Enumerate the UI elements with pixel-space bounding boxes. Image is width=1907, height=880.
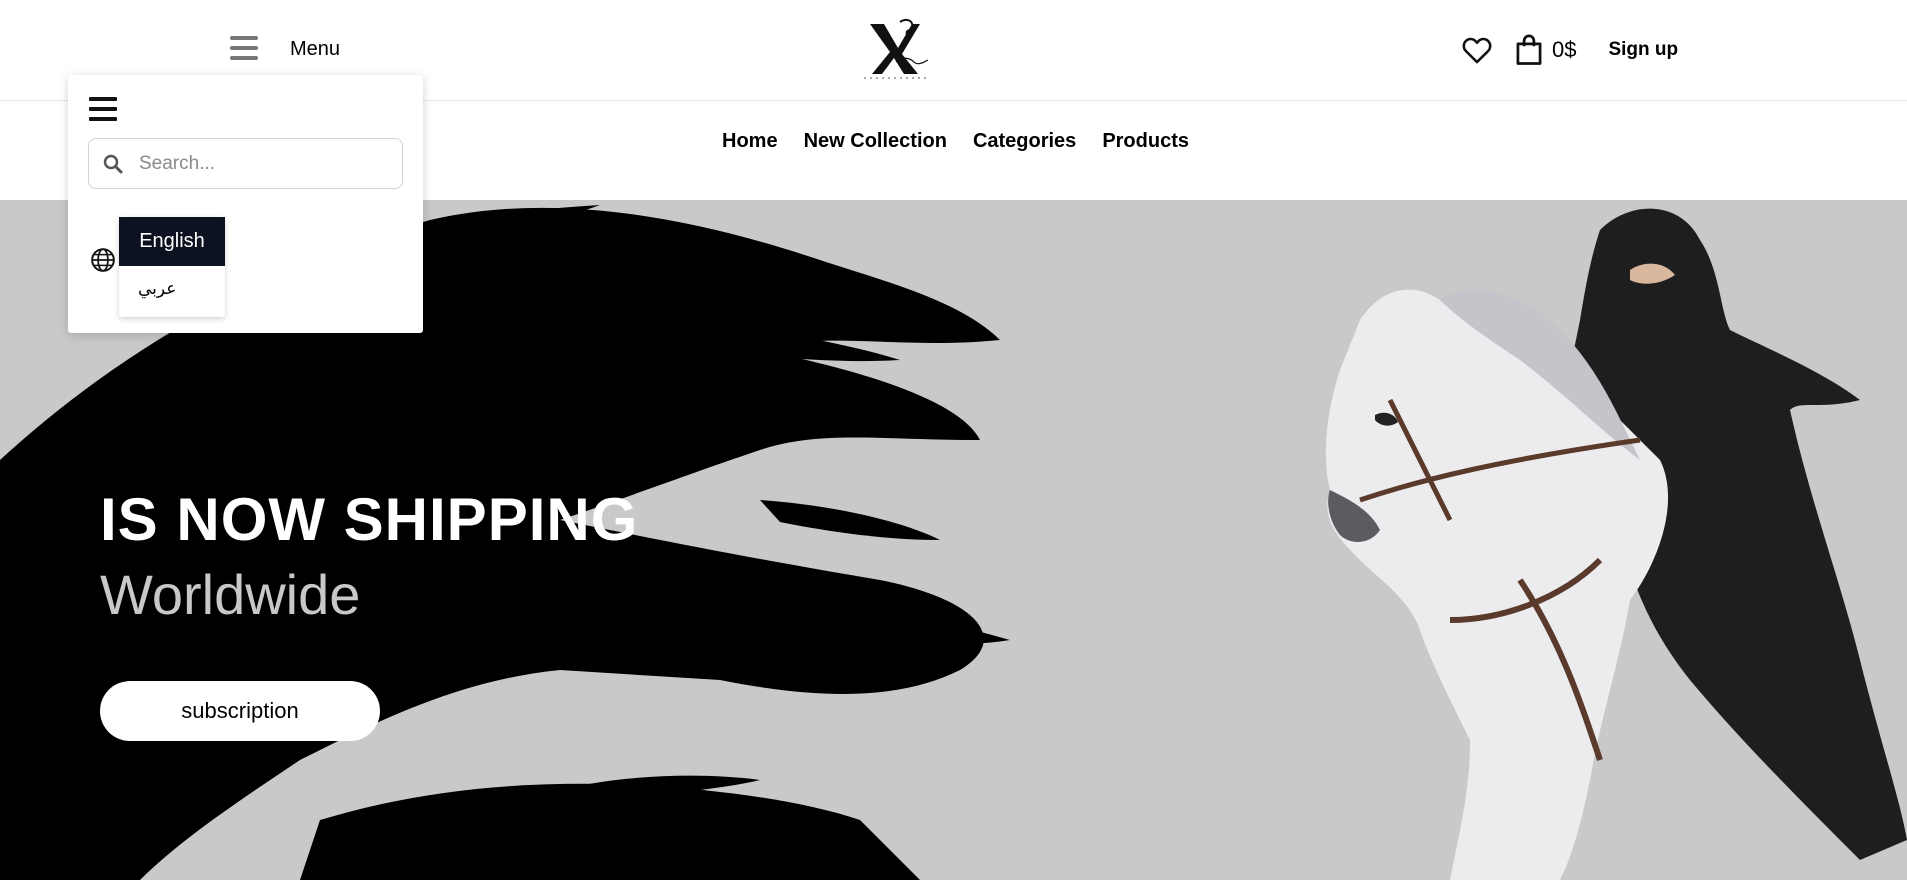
shopping-bag-icon[interactable] — [1514, 34, 1544, 66]
search-icon — [103, 154, 123, 174]
hero-subtitle: Worldwide — [100, 563, 361, 626]
search-input[interactable] — [137, 149, 391, 179]
menu-panel: English عربي — [68, 75, 423, 333]
header-actions: 0$ Sign up — [1460, 30, 1678, 70]
nav-item-categories[interactable]: Categories — [973, 130, 1076, 153]
search-box[interactable] — [88, 138, 403, 189]
brand-logo[interactable] — [862, 18, 932, 80]
language-option-english[interactable]: English — [119, 217, 225, 266]
menu-label[interactable]: Menu — [290, 38, 340, 61]
nav-item-new-collection[interactable]: New Collection — [804, 130, 947, 153]
rider-on-horse-image — [1325, 208, 1907, 880]
cart-total: 0$ — [1552, 37, 1577, 62]
language-option-arabic[interactable]: عربي — [138, 279, 176, 299]
language-dropdown: English عربي — [119, 217, 225, 317]
hero-title: IS NOW SHIPPING — [100, 486, 639, 553]
heart-icon[interactable] — [1460, 33, 1494, 67]
sign-up-link[interactable]: Sign up — [1608, 39, 1678, 61]
globe-icon[interactable] — [90, 247, 116, 273]
hamburger-icon[interactable] — [230, 34, 260, 64]
subscription-button[interactable]: subscription — [100, 681, 380, 741]
nav-item-products[interactable]: Products — [1102, 130, 1189, 153]
nav-item-home[interactable]: Home — [722, 130, 778, 153]
hamburger-icon[interactable] — [89, 97, 117, 123]
